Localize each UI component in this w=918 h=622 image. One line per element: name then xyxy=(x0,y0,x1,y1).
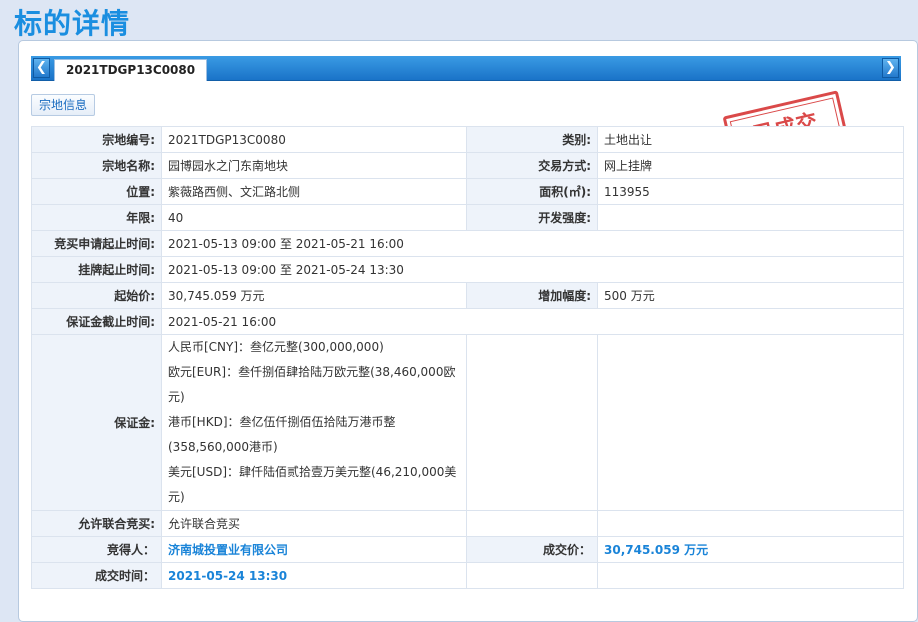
empty-cell xyxy=(597,510,904,537)
parcel-no-label: 宗地编号: xyxy=(31,126,162,153)
deposit-line-eur-cont: 元) xyxy=(168,390,185,404)
empty-cell xyxy=(597,562,904,589)
deal-time-value: 2021-05-24 13:30 xyxy=(161,562,467,589)
table-row: 成交时间： 2021-05-24 13:30 xyxy=(31,562,904,589)
listing-period-value: 2021-05-13 09:00 至 2021-05-24 13:30 xyxy=(161,256,904,283)
table-row: 位置: 紫薇路西侧、文汇路北侧 面积(㎡): 113955 xyxy=(31,178,904,205)
joint-bid-label: 允许联合竞买: xyxy=(31,510,162,537)
area-value: 113955 xyxy=(597,178,904,205)
table-row: 年限: 40 开发强度: xyxy=(31,204,904,231)
deposit-line-eur: 欧元[EUR]：叁仟捌佰肆拾陆万欧元整(38,460,000欧 xyxy=(168,365,456,379)
table-row: 保证金截止时间: 2021-05-21 16:00 xyxy=(31,308,904,335)
chevron-left-icon[interactable]: ❮ xyxy=(33,58,50,78)
deposit-line-hkd: 港币[HKD]：叁亿伍仟捌佰伍拾陆万港币整 xyxy=(168,415,396,429)
table-row: 允许联合竞买: 允许联合竞买 xyxy=(31,510,904,537)
parcel-info-table: 宗地编号: 2021TDGP13C0080 类别: 土地出让 宗地名称: 园博园… xyxy=(31,126,904,589)
tab-bar: ❮ 2021TDGP13C0080 ❯ xyxy=(31,56,901,81)
table-row: 保证金: 人民币[CNY]：叁亿元整(300,000,000) 欧元[EUR]：… xyxy=(31,334,904,511)
deal-price-label: 成交价： xyxy=(466,536,598,563)
page-title: 标的详情 xyxy=(14,7,131,40)
empty-cell xyxy=(466,562,598,589)
category-value: 土地出让 xyxy=(597,126,904,153)
table-row: 竞买申请起止时间: 2021-05-13 09:00 至 2021-05-21 … xyxy=(31,230,904,257)
deposit-deadline-value: 2021-05-21 16:00 xyxy=(161,308,904,335)
deal-time-label: 成交时间： xyxy=(31,562,162,589)
parcel-info-button[interactable]: 宗地信息 xyxy=(31,94,96,116)
deposit-label: 保证金: xyxy=(31,334,162,511)
deposit-line-usd-cont: 元) xyxy=(168,490,185,504)
term-value: 40 xyxy=(161,204,467,231)
deposit-value: 人民币[CNY]：叁亿元整(300,000,000) 欧元[EUR]：叁仟捌佰肆… xyxy=(161,334,467,511)
trade-method-label: 交易方式: xyxy=(466,152,598,179)
empty-cell xyxy=(466,510,598,537)
increment-label: 增加幅度: xyxy=(466,282,598,309)
area-label: 面积(㎡): xyxy=(466,178,598,205)
table-row: 竞得人： 济南城投置业有限公司 成交价： 30,745.059 万元 xyxy=(31,536,904,563)
listing-period-label: 挂牌起止时间: xyxy=(31,256,162,283)
table-row: 宗地名称: 园博园水之门东南地块 交易方式: 网上挂牌 xyxy=(31,152,904,179)
bid-apply-period-value: 2021-05-13 09:00 至 2021-05-21 16:00 xyxy=(161,230,904,257)
winner-value: 济南城投置业有限公司 xyxy=(161,536,467,563)
start-price-label: 起始价: xyxy=(31,282,162,309)
joint-bid-value: 允许联合竞买 xyxy=(161,510,467,537)
location-label: 位置: xyxy=(31,178,162,205)
table-row: 挂牌起止时间: 2021-05-13 09:00 至 2021-05-24 13… xyxy=(31,256,904,283)
bid-apply-period-label: 竞买申请起止时间: xyxy=(31,230,162,257)
chevron-right-icon[interactable]: ❯ xyxy=(882,58,899,78)
dev-intensity-value xyxy=(597,204,904,231)
winner-label: 竞得人： xyxy=(31,536,162,563)
detail-panel: ❮ 2021TDGP13C0080 ❯ 宗地信息 已成交 宗地编号: 2021T… xyxy=(18,40,918,622)
empty-cell xyxy=(466,334,598,511)
increment-value: 500 万元 xyxy=(597,282,904,309)
parcel-name-label: 宗地名称: xyxy=(31,152,162,179)
deal-price-value: 30,745.059 万元 xyxy=(597,536,904,563)
start-price-value: 30,745.059 万元 xyxy=(161,282,467,309)
dev-intensity-label: 开发强度: xyxy=(466,204,598,231)
table-row: 起始价: 30,745.059 万元 增加幅度: 500 万元 xyxy=(31,282,904,309)
parcel-name-value: 园博园水之门东南地块 xyxy=(161,152,467,179)
deposit-deadline-label: 保证金截止时间: xyxy=(31,308,162,335)
location-value: 紫薇路西侧、文汇路北侧 xyxy=(161,178,467,205)
table-row: 宗地编号: 2021TDGP13C0080 类别: 土地出让 xyxy=(31,126,904,153)
deposit-line-usd: 美元[USD]：肆仟陆佰贰拾壹万美元整(46,210,000美 xyxy=(168,465,457,479)
deposit-line-cny: 人民币[CNY]：叁亿元整(300,000,000) xyxy=(168,340,384,354)
trade-method-value: 网上挂牌 xyxy=(597,152,904,179)
tab-parcel[interactable]: 2021TDGP13C0080 xyxy=(54,59,208,81)
term-label: 年限: xyxy=(31,204,162,231)
parcel-no-value: 2021TDGP13C0080 xyxy=(161,126,467,153)
empty-cell xyxy=(597,334,904,511)
deposit-line-hkd-cont: (358,560,000港币) xyxy=(168,440,278,454)
category-label: 类别: xyxy=(466,126,598,153)
